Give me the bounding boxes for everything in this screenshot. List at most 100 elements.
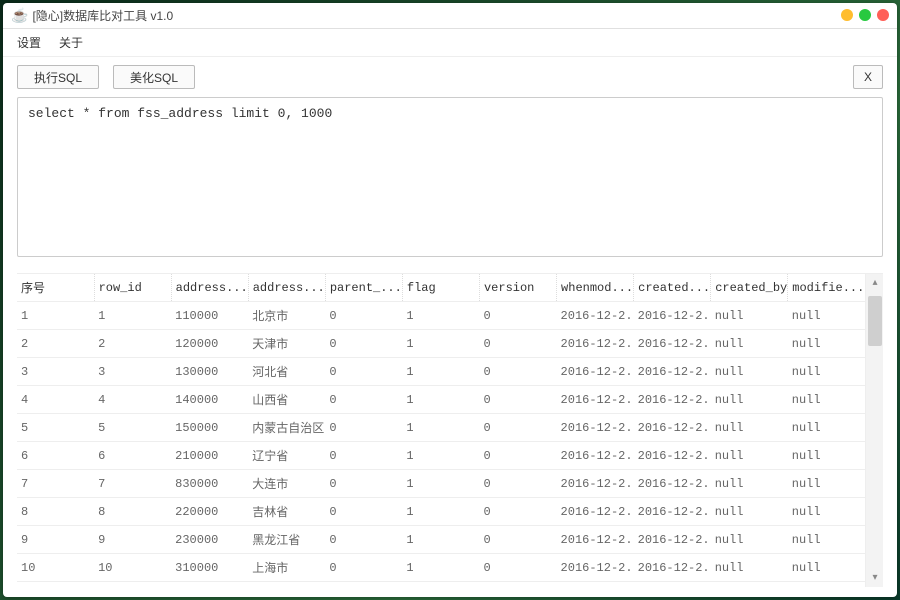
sql-editor[interactable]: select * from fss_address limit 0, 1000 [17,97,883,257]
maximize-button[interactable] [859,9,871,21]
column-header[interactable]: row_id [94,274,171,302]
table-cell: 8 [17,498,94,526]
table-cell: 220000 [171,498,248,526]
table-cell: 2016-12-2... [634,498,711,526]
table-cell: null [788,526,865,554]
scroll-thumb[interactable] [868,296,882,346]
column-header[interactable]: created... [634,274,711,302]
table-cell: 辽宁省 [248,442,325,470]
table-row[interactable]: 22120000天津市0102016-12-2...2016-12-2...nu… [17,330,865,358]
table-cell: null [788,442,865,470]
table-cell: 2016-12-2... [557,554,634,582]
table-row[interactable]: 44140000山西省0102016-12-2...2016-12-2...nu… [17,386,865,414]
table-cell: 1 [402,442,479,470]
table-cell: 0 [325,330,402,358]
table-cell: 0 [325,582,402,588]
column-header[interactable]: parent_... [325,274,402,302]
table-cell: 1 [402,498,479,526]
table-row[interactable]: 88220000吉林省0102016-12-2...2016-12-2...nu… [17,498,865,526]
execute-sql-button[interactable]: 执行SQL [17,65,99,89]
table-cell: null [711,582,788,588]
column-header[interactable]: version [479,274,556,302]
results-table-scroll[interactable]: 序号row_idaddress...address...parent_...fl… [17,274,865,587]
results-area: 序号row_idaddress...address...parent_...fl… [17,273,883,587]
column-header[interactable]: address... [171,274,248,302]
table-cell: null [788,302,865,330]
app-window: ☕ [隐心]数据库比对工具 v1.0 设置 关于 执行SQL 美化SQL X s… [3,3,897,597]
table-cell: 4 [94,386,171,414]
table-cell: 2016-12-2... [557,442,634,470]
x-button[interactable]: X [853,65,883,89]
table-cell: 0 [479,358,556,386]
table-cell: 2016-12-2... [557,358,634,386]
table-cell: 6 [17,442,94,470]
vertical-scrollbar[interactable]: ▴ ▾ [865,274,883,587]
table-cell: 0 [325,386,402,414]
table-cell: 11 [17,582,94,588]
table-cell: 2016-12-2... [634,358,711,386]
scroll-up-icon[interactable]: ▴ [866,274,883,292]
table-cell: null [711,414,788,442]
minimize-button[interactable] [841,9,853,21]
close-button[interactable] [877,9,889,21]
window-title: [隐心]数据库比对工具 v1.0 [32,7,173,24]
table-cell: 9 [94,526,171,554]
table-row[interactable]: 99230000黑龙江省0102016-12-2...2016-12-2...n… [17,526,865,554]
table-cell: 2016-12-2... [634,414,711,442]
table-cell: 0 [325,302,402,330]
table-cell: 4 [17,386,94,414]
table-cell: 230000 [171,526,248,554]
toolbar: 执行SQL 美化SQL X [3,57,897,97]
table-row[interactable]: 66210000辽宁省0102016-12-2...2016-12-2...nu… [17,442,865,470]
table-cell: 6 [94,442,171,470]
table-row[interactable]: 55150000内蒙古自治区0102016-12-2...2016-12-2..… [17,414,865,442]
table-cell: 河北省 [248,358,325,386]
table-cell: 吉林省 [248,498,325,526]
table-cell: 1 [402,358,479,386]
table-cell: 2016-12-2... [634,526,711,554]
table-cell: 2016-12-2... [634,302,711,330]
column-header[interactable]: created_by [711,274,788,302]
table-cell: 大连市 [248,470,325,498]
table-cell: 0 [325,498,402,526]
menu-bar: 设置 关于 [3,29,897,57]
table-cell: 0 [479,386,556,414]
column-header[interactable]: flag [402,274,479,302]
table-cell: 1 [402,582,479,588]
column-header[interactable]: address... [248,274,325,302]
table-cell: 1 [94,302,171,330]
table-cell: 2016-12-2... [557,302,634,330]
table-cell: 2 [17,330,94,358]
table-cell: 830000 [171,470,248,498]
column-header[interactable]: modifie... [788,274,865,302]
table-cell: 0 [479,582,556,588]
table-cell: 天津市 [248,330,325,358]
table-cell: 0 [479,554,556,582]
beautify-sql-button[interactable]: 美化SQL [113,65,195,89]
table-cell: 2016-12-2... [634,386,711,414]
table-cell: null [788,330,865,358]
table-cell: 0 [325,526,402,554]
menu-about[interactable]: 关于 [59,34,83,51]
table-cell: 0 [325,414,402,442]
window-controls [841,9,889,21]
table-row[interactable]: 11110000北京市0102016-12-2...2016-12-2...nu… [17,302,865,330]
table-row[interactable]: 33130000河北省0102016-12-2...2016-12-2...nu… [17,358,865,386]
table-cell: 0 [479,470,556,498]
scroll-down-icon[interactable]: ▾ [866,569,883,587]
table-cell: null [711,386,788,414]
table-cell: 1 [402,302,479,330]
table-cell: 内蒙古自治区 [248,414,325,442]
table-cell: 0 [325,442,402,470]
column-header[interactable]: whenmod... [557,274,634,302]
table-cell: 0 [479,498,556,526]
menu-settings[interactable]: 设置 [17,34,41,51]
table-cell: 130000 [171,358,248,386]
table-row[interactable]: 1010310000上海市0102016-12-2...2016-12-2...… [17,554,865,582]
column-header[interactable]: 序号 [17,274,94,302]
table-cell: 2016-12-2... [557,470,634,498]
table-cell: 2016-12-2... [634,470,711,498]
table-row[interactable]: 77830000大连市0102016-12-2...2016-12-2...nu… [17,470,865,498]
table-row[interactable]: 1111320000江苏省0102016-12-2...2016-12-2...… [17,582,865,588]
table-cell: 2016-12-2... [557,330,634,358]
